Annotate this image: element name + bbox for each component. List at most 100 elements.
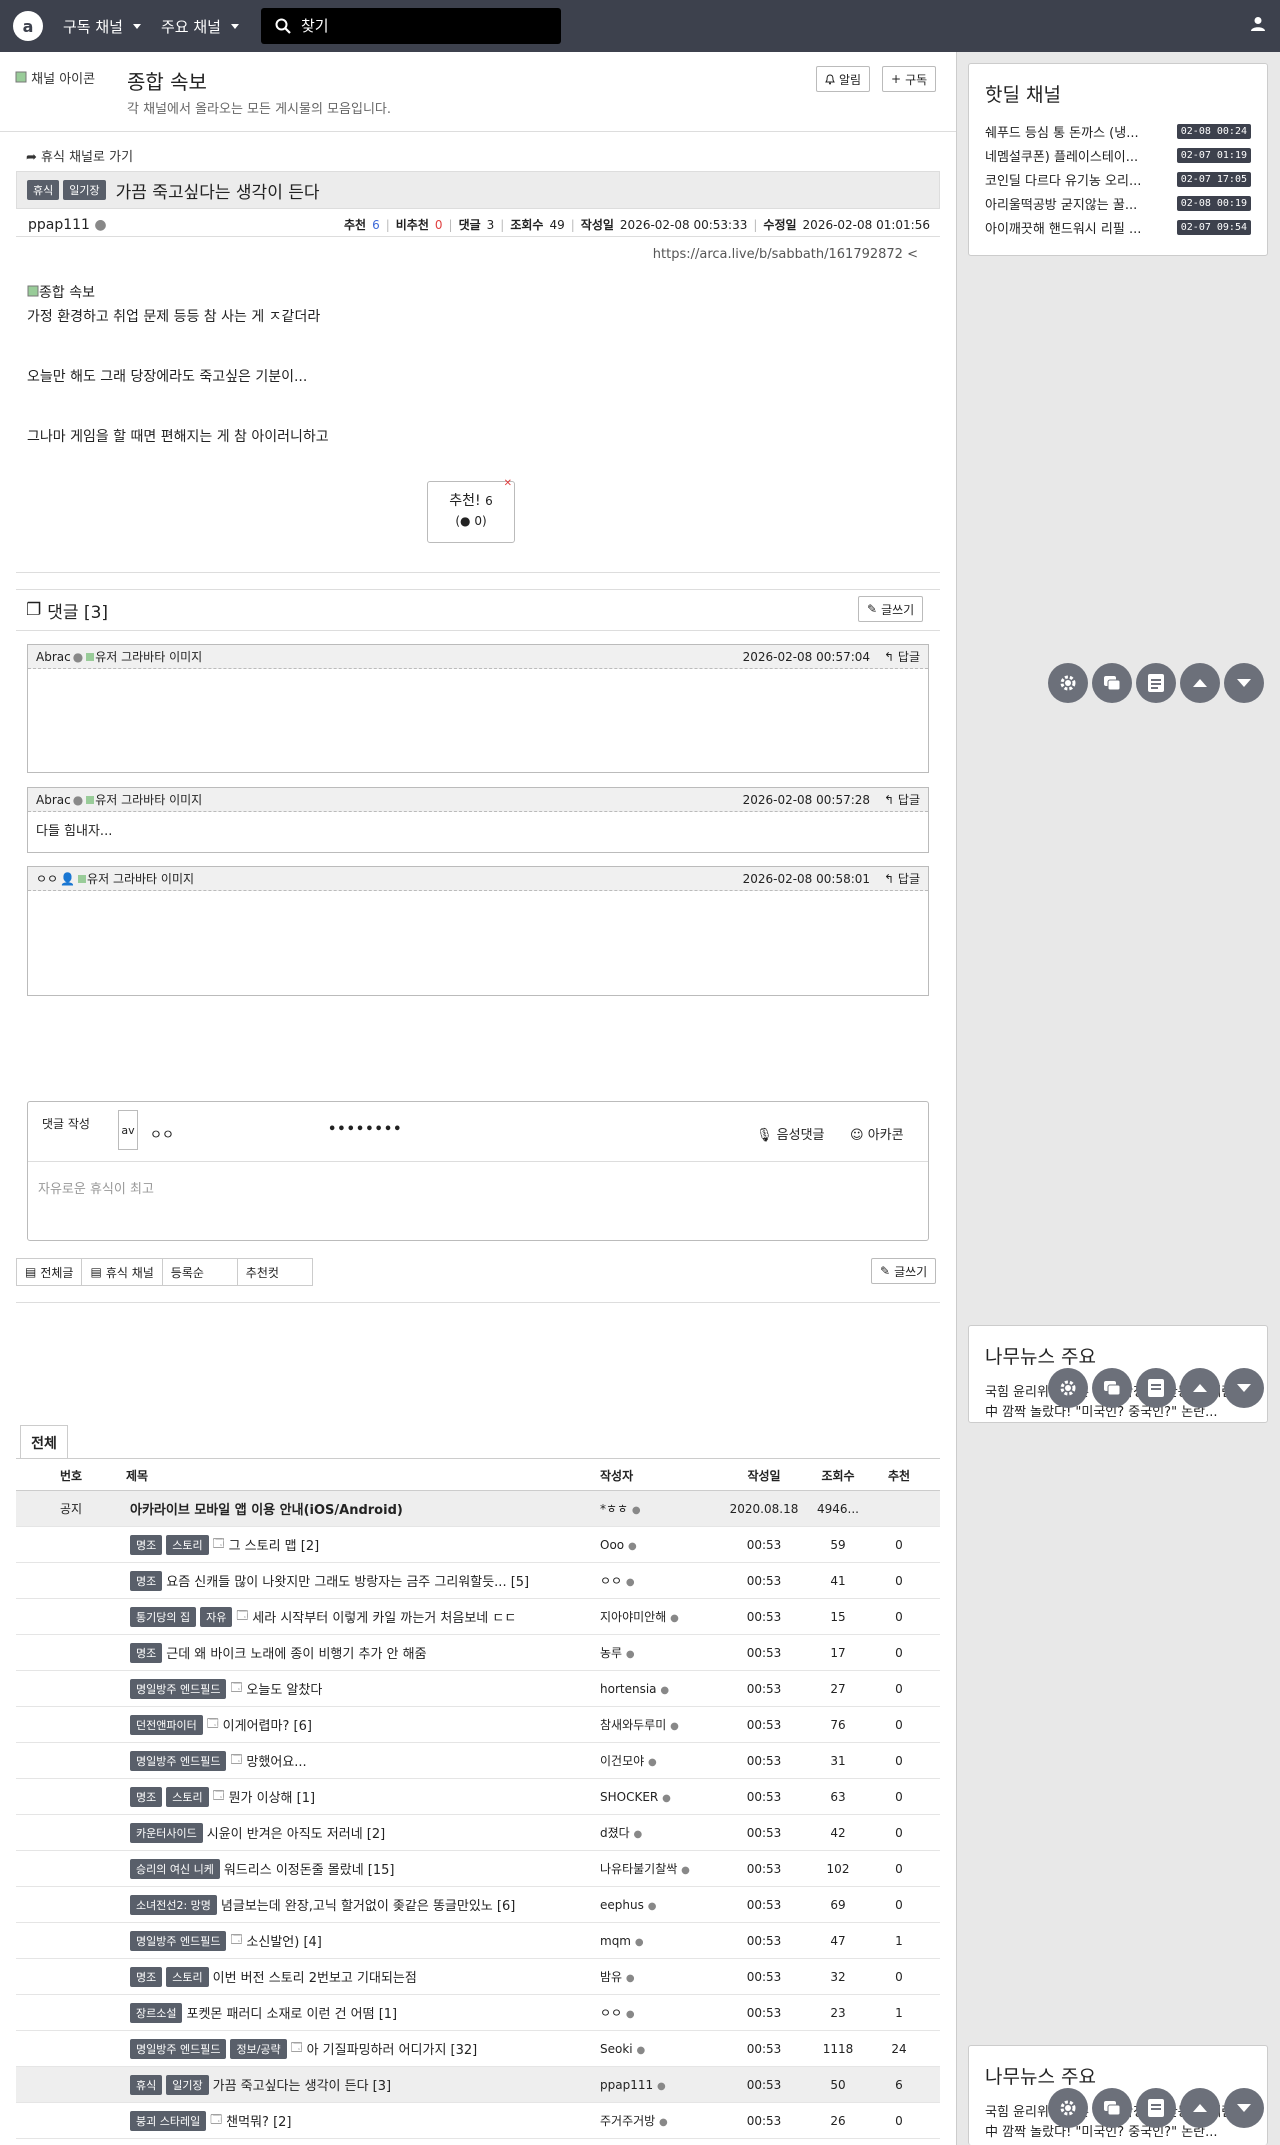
- row-title[interactable]: 가끔 죽고싶다는 생각이 든다 [3]: [213, 2075, 391, 2094]
- list-jump-button[interactable]: [1136, 1368, 1176, 1408]
- scroll-bottom-button[interactable]: [1224, 2088, 1264, 2128]
- category-badge[interactable]: 명조: [130, 1534, 163, 1555]
- table-row[interactable]: 던전앤파이터 🗔 이게어렵마? [6] 참새와두루미 ● 00:53 76 0: [16, 1707, 940, 1743]
- all-posts-button[interactable]: ▤ 전체글: [16, 1258, 83, 1286]
- row-author[interactable]: 나유타불기찰싹: [600, 1862, 677, 1876]
- row-title[interactable]: 세라 시작부터 이렇게 카일 까는거 처음보네 ㄷㄷ: [252, 1607, 516, 1626]
- main-channels-menu[interactable]: 주요 채널: [161, 16, 239, 37]
- reply-button[interactable]: ↰ 답글: [884, 791, 920, 808]
- write-button[interactable]: ✎ 글쓰기: [871, 1258, 937, 1284]
- settings-button[interactable]: [1048, 1368, 1088, 1408]
- row-title[interactable]: 시윤이 반겨은 아직도 저러네 [2]: [207, 1823, 385, 1842]
- rest-channel-button[interactable]: ▤ 휴식 채널: [81, 1258, 163, 1286]
- row-title[interactable]: 요즘 신캐들 많이 나왓지만 그래도 방랑자는 금주 그리워할듯... [5]: [166, 1571, 529, 1590]
- scroll-bottom-button[interactable]: [1224, 1368, 1264, 1408]
- row-author[interactable]: 농루: [600, 1646, 622, 1660]
- row-author[interactable]: *ㅎㅎ: [600, 1502, 628, 1516]
- table-row[interactable]: 소녀전선2: 망명 념글보는데 완장,고닉 할거없이 좆같은 똥글만있노 [6] e…: [16, 1887, 940, 1923]
- back-to-channel-link[interactable]: ➦ 휴식 채널로 가기: [26, 146, 133, 165]
- table-row[interactable]: 승리의 여신 니케 워드리스 이정돈줄 몰랐네 [15] 나유타불기찰싹 ● 00:5…: [16, 1851, 940, 1887]
- alarm-button[interactable]: 알림: [816, 66, 871, 92]
- table-row[interactable]: 명일방주 엔드필드 🗔 소신발언) [4] mqm ● 00:53 47 1: [16, 1923, 940, 1959]
- category-badge[interactable]: 자유: [200, 1606, 233, 1627]
- row-title[interactable]: 그 스토리 맵 [2]: [229, 1535, 320, 1554]
- category-badge[interactable]: 명조: [130, 1786, 163, 1807]
- category-badge[interactable]: 던전앤파이터: [130, 1714, 203, 1735]
- close-icon[interactable]: ✕: [504, 478, 512, 489]
- site-logo[interactable]: a: [13, 11, 43, 41]
- table-row[interactable]: 명일방주 엔드필드 정보/공략 🗔 아 기질파밍하러 어디가지 [32] Seoki ●…: [16, 2031, 940, 2067]
- row-title[interactable]: 이게어렵마? [6]: [223, 1715, 312, 1734]
- post-badge[interactable]: 일기장: [63, 180, 106, 200]
- reply-button[interactable]: ↰ 답글: [884, 648, 920, 665]
- share-icon[interactable]: <: [907, 247, 918, 262]
- table-row[interactable]: 통기당의 집 자유 🗔 세라 시작부터 이렇게 카일 까는거 처음보네 ㄷㄷ 지아야미안…: [16, 1599, 940, 1635]
- table-row[interactable]: 명조 스토리 🗔 뭔가 이상해 [1] SHOCKER ● 00:53 63 0: [16, 1779, 940, 1815]
- row-title[interactable]: 챈먹뭐? [2]: [226, 2111, 291, 2130]
- row-author[interactable]: 이건모야: [600, 1754, 644, 1768]
- post-badge[interactable]: 휴식: [27, 180, 60, 200]
- category-badge[interactable]: 명조: [130, 1966, 163, 1987]
- row-title[interactable]: 념글보는데 완장,고닉 할거없이 좆같은 똥글만있노 [6]: [221, 1895, 515, 1914]
- table-row[interactable]: 명조 근데 왜 바이크 노래에 종이 비행기 추가 안 해줌 농루 ● 00:53 17…: [16, 1635, 940, 1671]
- row-author[interactable]: SHOCKER: [600, 1790, 658, 1804]
- table-row[interactable]: 장르소설 포켓몬 패러디 소재로 이런 건 어떰 [1] ㅇㅇ ● 00:53 23 1: [16, 1995, 940, 2031]
- settings-button[interactable]: [1048, 663, 1088, 703]
- row-author[interactable]: hortensia: [600, 1682, 657, 1696]
- post-url[interactable]: https://arca.live/b/sabbath/161792872 <: [653, 247, 918, 262]
- post-author[interactable]: ppap111 ●: [28, 217, 107, 233]
- table-row[interactable]: 붕괴 스타레일🗔피페물은 별로더라 [2]아스리엘 ●00:53460: [16, 2139, 940, 2145]
- table-row[interactable]: 명일방주 엔드필드 🗔 망했어요... 이건모야 ● 00:53 31 0: [16, 1743, 940, 1779]
- hotdeal-item[interactable]: 아리울떡공방 굳지않는 꿀... 02-08 00:19: [985, 191, 1251, 215]
- row-author[interactable]: mqm: [600, 1934, 631, 1948]
- recommend-button[interactable]: ✕ 추천! 6 (● 0): [427, 478, 515, 543]
- row-title[interactable]: 워드리스 이정돈줄 몰랐네 [15]: [224, 1859, 395, 1878]
- category-badge[interactable]: 카운터사이드: [130, 1822, 203, 1843]
- reply-button[interactable]: ↰ 답글: [884, 870, 920, 887]
- subscribe-button[interactable]: + 구독: [882, 66, 937, 92]
- category-badge[interactable]: 명일방주 엔드필드: [130, 1930, 227, 1951]
- category-badge[interactable]: 명일방주 엔드필드: [130, 2038, 227, 2059]
- row-title[interactable]: 소신발언) [4]: [246, 1931, 321, 1950]
- table-row[interactable]: 명일방주 엔드필드 🗔 오늘도 알찼다 hortensia ● 00:53 27 0: [16, 1671, 940, 1707]
- category-badge[interactable]: 붕괴 스타레일: [130, 2110, 207, 2131]
- row-author[interactable]: 밤유: [600, 1970, 622, 1984]
- scroll-bottom-button[interactable]: [1224, 663, 1264, 703]
- comment-author[interactable]: Abrac: [36, 793, 71, 807]
- write-button[interactable]: ✎ 글쓰기: [858, 596, 924, 622]
- row-author[interactable]: ㅇㅇ: [600, 2006, 622, 2020]
- row-author[interactable]: ppap111: [600, 2078, 653, 2092]
- row-title[interactable]: 아카라이브 모바일 앱 이용 안내(iOS/Android): [130, 1499, 403, 1518]
- row-author[interactable]: 참새와두루미: [600, 1718, 666, 1732]
- row-title[interactable]: 포켓몬 패러디 소재로 이런 건 어떰 [1]: [186, 2003, 397, 2022]
- category-badge[interactable]: 일기장: [166, 2074, 209, 2095]
- password-field[interactable]: ••••••••: [328, 1122, 402, 1137]
- row-author[interactable]: d졌다: [600, 1826, 630, 1840]
- arcacon-button[interactable]: ☺ 아카콘: [850, 1124, 904, 1143]
- row-title[interactable]: 근데 왜 바이크 노래에 종이 비행기 추가 안 해줌: [166, 1643, 426, 1662]
- row-author[interactable]: 지아야미안해: [600, 1610, 666, 1624]
- search-input[interactable]: [300, 17, 541, 35]
- scroll-top-button[interactable]: [1180, 1368, 1220, 1408]
- comment-textarea[interactable]: 자유로운 휴식이 최고: [28, 1162, 928, 1213]
- row-author[interactable]: 주거주거방: [600, 2114, 655, 2128]
- hotdeal-item[interactable]: 아이깨끗해 핸드워시 리필 ... 02-07 09:54: [985, 215, 1251, 239]
- comment-author[interactable]: ㅇㅇ: [36, 870, 58, 887]
- category-badge[interactable]: 정보/공략: [230, 2038, 287, 2059]
- table-row[interactable]: 명조 스토리 이번 버전 스토리 2번보고 기대되는점 밤유 ● 00:53 32 0: [16, 1959, 940, 1995]
- recommend-cut-select[interactable]: 추천컷: [236, 1258, 313, 1286]
- category-badge[interactable]: 스토리: [166, 1966, 209, 1987]
- category-badge[interactable]: 명일방주 엔드필드: [130, 1678, 227, 1699]
- hotdeal-item[interactable]: 코인딜 다르다 유기농 오리... 02-07 17:05: [985, 167, 1251, 191]
- category-badge[interactable]: 통기당의 집: [130, 1606, 197, 1627]
- scroll-top-button[interactable]: [1180, 663, 1220, 703]
- voice-comment-button[interactable]: 🎙 음성댓글: [756, 1124, 825, 1143]
- category-badge[interactable]: 명조: [130, 1642, 163, 1663]
- comments-jump-button[interactable]: [1092, 1368, 1132, 1408]
- list-jump-button[interactable]: [1136, 2088, 1176, 2128]
- order-select[interactable]: 등록순: [161, 1258, 238, 1286]
- row-title[interactable]: 아 기질파밍하러 어디가지 [32]: [307, 2039, 478, 2058]
- scroll-top-button[interactable]: [1180, 2088, 1220, 2128]
- comments-jump-button[interactable]: [1092, 2088, 1132, 2128]
- row-author[interactable]: Ooo: [600, 1538, 624, 1552]
